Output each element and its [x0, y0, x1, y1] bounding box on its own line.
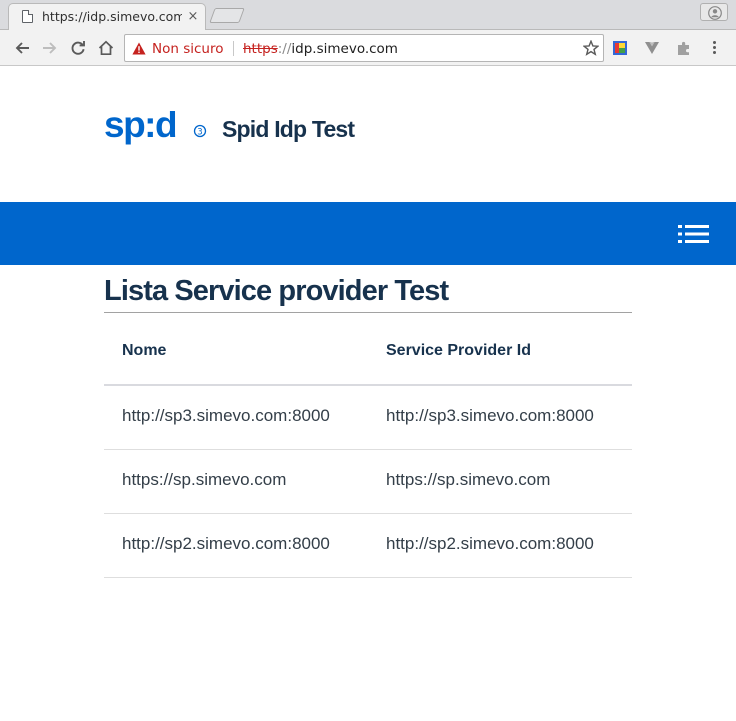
back-button[interactable] [11, 37, 33, 59]
menu-dot [712, 41, 716, 44]
url-host: idp.simevo.com [291, 41, 398, 57]
cell-service-provider-id: http://sp2.simevo.com:8000 [386, 534, 594, 553]
reload-icon [71, 41, 85, 55]
star-icon[interactable] [583, 40, 599, 56]
menu-dot [712, 51, 716, 54]
table-row: http://sp2.simevo.com:8000 http://sp2.si… [104, 514, 632, 578]
page-title: Lista Service provider Test [104, 275, 449, 307]
spid-logo-icon: sp:d 3 [104, 104, 207, 145]
profile-button[interactable] [700, 3, 728, 21]
column-header-nome: Nome [122, 342, 167, 359]
url-text[interactable]: https://idp.simevo.com [243, 41, 398, 57]
home-icon [98, 40, 114, 56]
page: sp:d 3 Spid Idp Test Lista Service provi… [0, 66, 736, 721]
arrow-left-icon [15, 42, 29, 54]
spid-logo-wordmark: sp:d [104, 111, 176, 145]
extension-vue-icon[interactable] [644, 40, 660, 56]
browser-toolbar: Non sicuro https://idp.simevo.com [0, 30, 736, 66]
browser-tab[interactable]: https://idp.simevo.com × [8, 3, 206, 30]
cell-nome: https://sp.simevo.com [122, 470, 287, 489]
table-row: https://sp.simevo.com https://sp.simevo.… [104, 450, 632, 514]
address-bar[interactable]: Non sicuro https://idp.simevo.com [124, 34, 604, 62]
main-navbar [0, 202, 736, 265]
table-header: Nome Service Provider Id [104, 313, 632, 386]
tab-close-button[interactable]: × [185, 8, 201, 26]
reload-button[interactable] [67, 37, 89, 59]
site-header: sp:d 3 Spid Idp Test [0, 66, 736, 202]
url-separator: :// [277, 41, 292, 57]
menu-list-icon[interactable] [678, 224, 709, 244]
browser-menu-button[interactable] [706, 39, 722, 57]
page-icon [22, 10, 33, 23]
cell-nome: http://sp3.simevo.com:8000 [122, 406, 330, 425]
cell-nome: http://sp2.simevo.com:8000 [122, 534, 330, 553]
spid-logo[interactable]: sp:d 3 [104, 104, 208, 159]
tab-title: https://idp.simevo.com [42, 9, 182, 24]
column-header-service-provider-id: Service Provider Id [386, 342, 531, 359]
warning-icon [132, 42, 146, 55]
cell-service-provider-id: http://sp3.simevo.com:8000 [386, 406, 594, 425]
forward-button[interactable] [39, 37, 61, 59]
home-button[interactable] [95, 37, 117, 59]
svg-text:3: 3 [197, 127, 202, 137]
person-icon [708, 6, 722, 20]
security-status[interactable]: Non sicuro [152, 41, 223, 57]
address-divider [233, 41, 234, 56]
url-scheme: https [243, 41, 278, 57]
extension-puzzle-icon[interactable] [676, 40, 692, 56]
table-row: http://sp3.simevo.com:8000 http://sp3.si… [104, 386, 632, 450]
cell-service-provider-id: https://sp.simevo.com [386, 470, 551, 489]
new-tab-button[interactable] [209, 8, 245, 23]
extension-translate-icon[interactable] [612, 40, 628, 56]
service-provider-table: Nome Service Provider Id http://sp3.sime… [104, 313, 632, 578]
menu-dot [712, 46, 716, 49]
site-title[interactable]: Spid Idp Test [222, 116, 355, 143]
arrow-right-icon [43, 42, 57, 54]
tab-strip: https://idp.simevo.com × [0, 0, 736, 30]
